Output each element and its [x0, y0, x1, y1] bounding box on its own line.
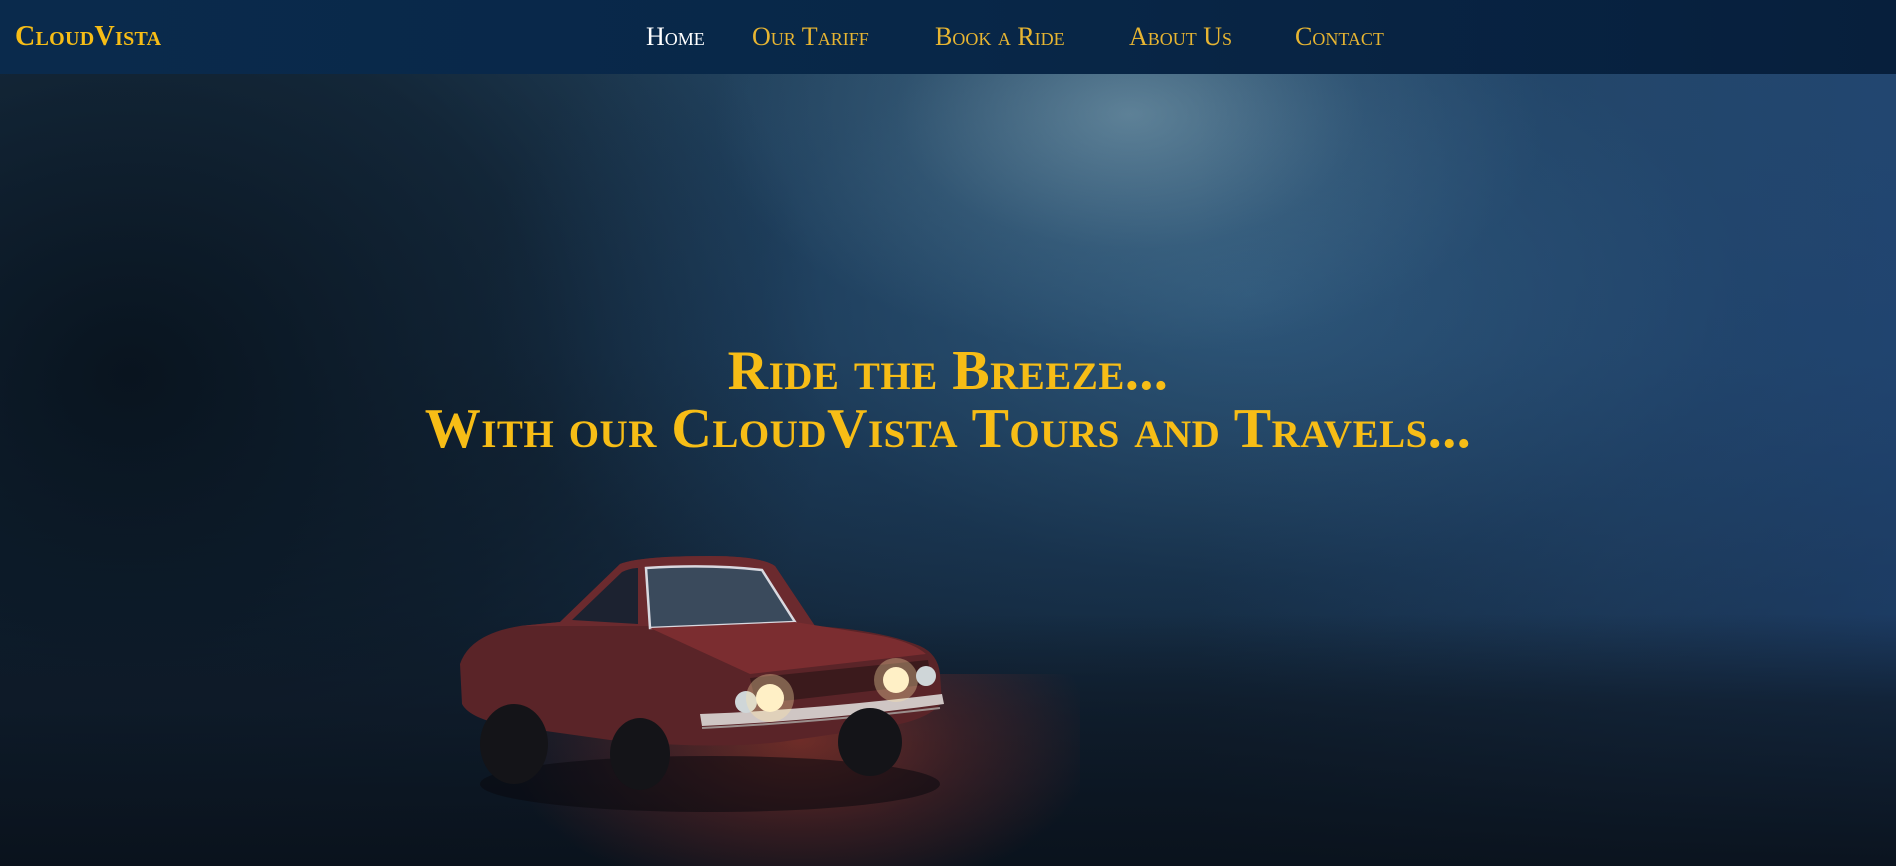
nav-item-contact[interactable]: Contact: [1295, 22, 1384, 52]
main-navigation: Home Our Tariff Book a Ride About Us Con…: [0, 22, 1896, 54]
top-navbar: CloudVista Home Our Tariff Book a Ride A…: [0, 0, 1896, 74]
nav-item-about-us[interactable]: About Us: [1129, 22, 1232, 52]
hero-section: Ride the Breeze... With our CloudVista T…: [0, 74, 1896, 866]
nav-item-book-a-ride[interactable]: Book a Ride: [935, 22, 1065, 52]
hero-headline-line-1: Ride the Breeze...: [727, 340, 1169, 402]
nav-item-home[interactable]: Home: [646, 22, 705, 52]
car-illustration: [460, 556, 944, 812]
nav-item-our-tariff[interactable]: Our Tariff: [752, 22, 869, 52]
hero-headline-line-2: With our CloudVista Tours and Travels...: [424, 398, 1472, 460]
hero-headline: Ride the Breeze... With our CloudVista T…: [0, 342, 1896, 458]
